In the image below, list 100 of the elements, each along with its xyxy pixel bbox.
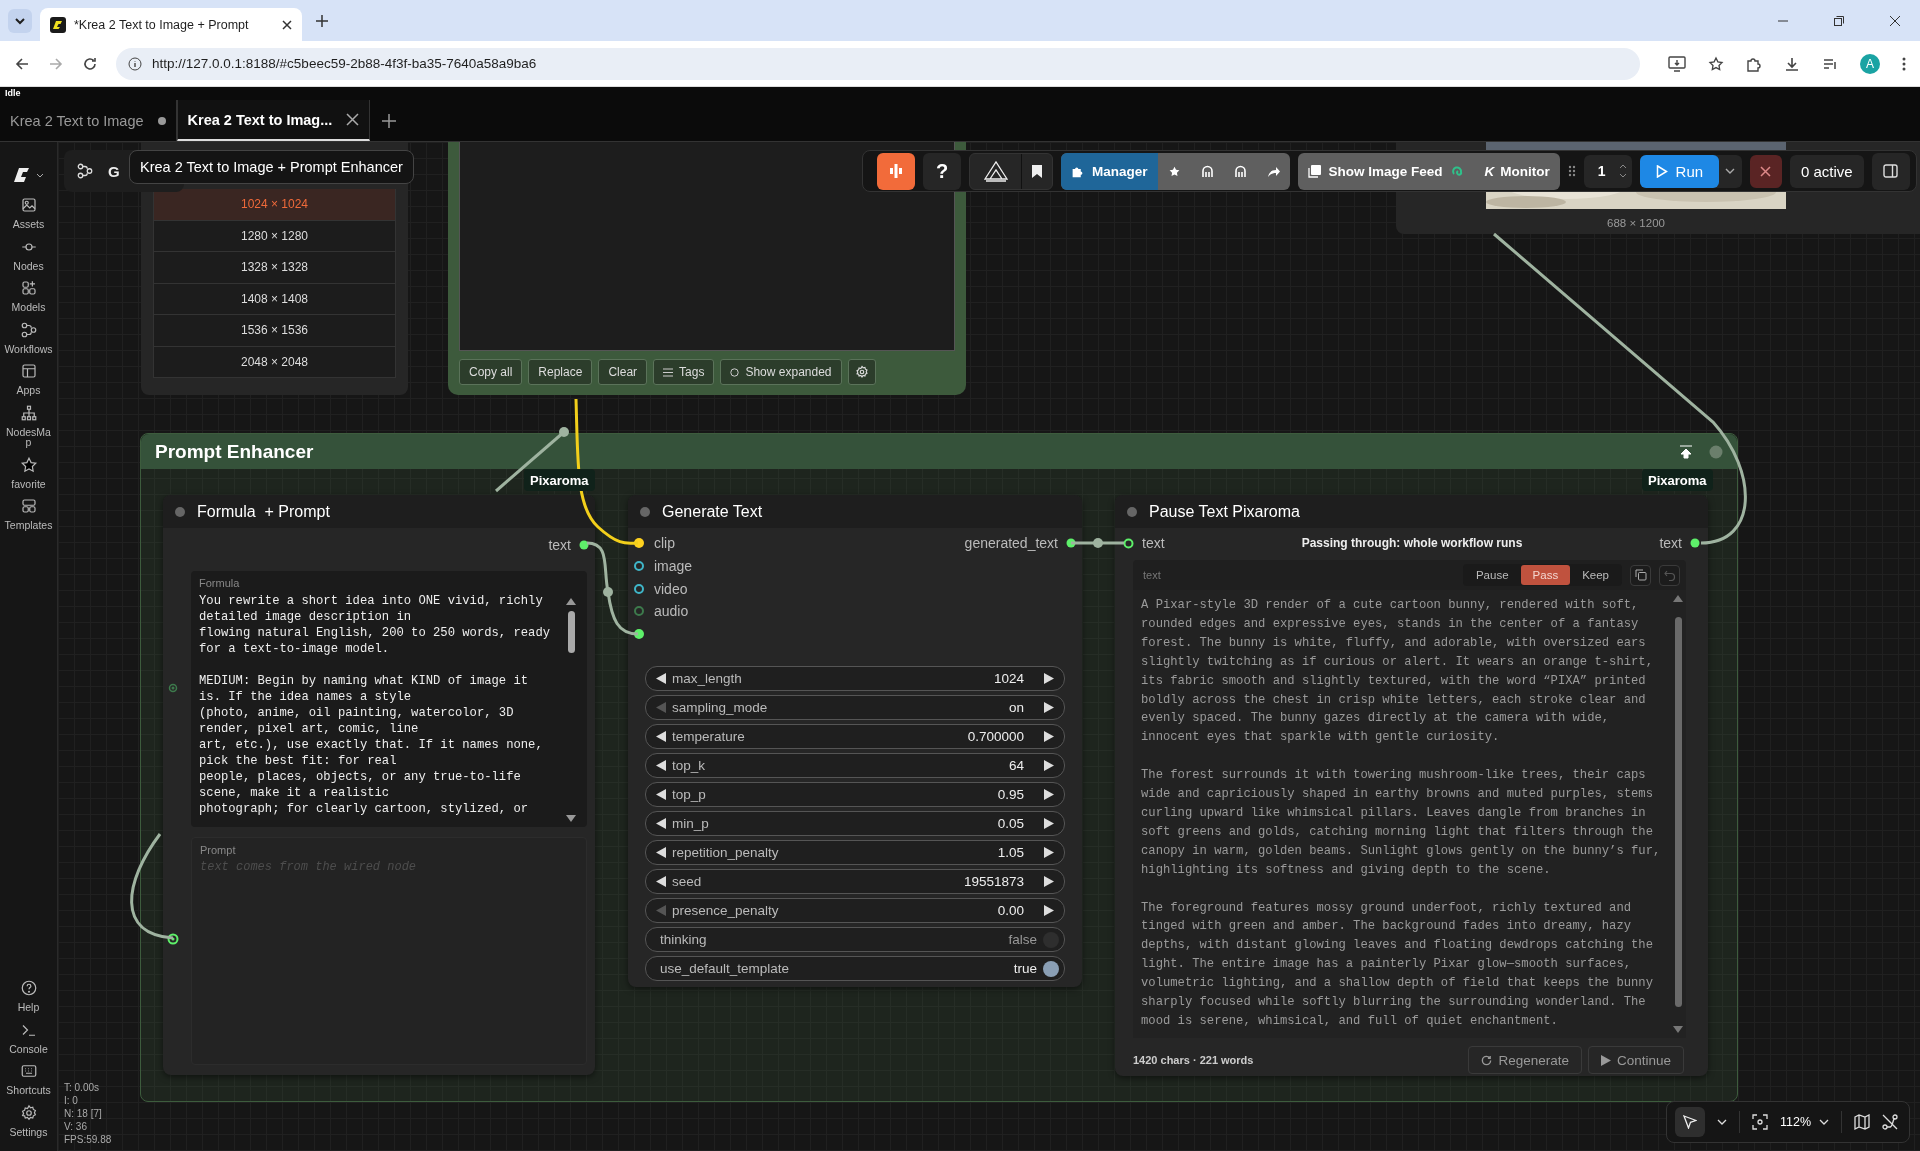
browser-tab[interactable]: *Krea 2 Text to Image + Prompt <box>40 8 302 41</box>
node-button[interactable]: Show expanded <box>720 359 842 385</box>
action-button[interactable]: Regenerate <box>1468 1046 1582 1074</box>
resolution-option[interactable]: 1408 × 1408 <box>153 283 396 315</box>
map-icon[interactable] <box>1854 1114 1871 1130</box>
sidebar-item[interactable]: Apps <box>1 362 56 396</box>
stats-button[interactable] <box>877 152 915 190</box>
resolution-option[interactable]: 1024 × 1024 <box>153 189 396 221</box>
number-widget[interactable]: temperature 0.700000 <box>645 724 1065 749</box>
batch-count-field[interactable]: 1 <box>1583 154 1632 188</box>
scrollbar-thumb[interactable] <box>567 611 575 653</box>
resolution-option[interactable]: 1280 × 1280 <box>153 220 396 252</box>
input-socket[interactable] <box>634 561 644 572</box>
sidebar-item[interactable]: Assets <box>1 196 56 230</box>
toggle-widget[interactable]: thinking false <box>645 927 1065 952</box>
resolution-option[interactable]: 2048 × 2048 <box>153 346 396 378</box>
monitor-button[interactable]: K Monitor <box>1474 152 1560 190</box>
cancel-button[interactable] <box>1749 154 1782 188</box>
increment-arrow-icon[interactable] <box>1044 905 1054 916</box>
run-button[interactable]: Run <box>1639 154 1719 188</box>
number-widget[interactable]: min_p 0.05 <box>645 811 1065 836</box>
mode-button[interactable]: Pass <box>1520 565 1571 585</box>
node-button[interactable]: Clear <box>598 359 648 385</box>
decrement-arrow-icon[interactable] <box>656 673 666 684</box>
number-widget[interactable]: max_length 1024 <box>645 666 1065 691</box>
input-socket[interactable] <box>634 606 644 617</box>
links-hidden-icon[interactable] <box>1882 1114 1899 1130</box>
mode-button[interactable]: Keep <box>1570 565 1621 585</box>
scroll-down-icon[interactable] <box>566 815 576 823</box>
restore-icon[interactable] <box>1834 15 1844 26</box>
increment-arrow-icon[interactable] <box>1044 818 1054 829</box>
sidebar-item[interactable]: Nodes <box>1 237 56 271</box>
scroll-up-icon[interactable] <box>1673 594 1683 602</box>
increment-arrow-icon[interactable] <box>1044 702 1054 713</box>
input-socket[interactable] <box>168 683 178 693</box>
tab-list-button[interactable] <box>8 8 32 33</box>
decrement-arrow-icon[interactable] <box>656 731 666 742</box>
close-icon[interactable] <box>1890 15 1900 26</box>
number-widget[interactable]: top_k 64 <box>645 753 1065 778</box>
generated-text-field[interactable]: A Pixar-style 3D render of a cute cartoon bunny, rendered with soft, rounded edges and expressive eyes, stands in the center of a fantasy forest. The bunny is white, fluffy, and adorable, with oversized ears slightly twitching as if curious or alert. It wears an orange t-shirt, its fabric smooth and slightly textured, with the word “PIXA” printed boldly across the chest in crisp white letters, each stroke clear and evenly spaced. The bunny gazes directly at the camera with wide, innocent eyes that sparkle with gentle curiosity. The forest surrounds it with towering mushroom-like trees, their caps wide and capriciously shaped in earthy browns and muted purples, stems curling upward like whimsical pillars. Leaves dangle from branches in soft greens and golds, catching morning light that filters through the canopy in warm, golden beams. Sunlight glows gently on the bunny’s fur, highlighting its softness and giving depth to the scene. The foreground features mossy ground underfoot, richly textured and tinged with green and amber. The background fades into dreamy, hazy depths, with distant glowing leaves and floating dewdrops catching the light. The entire image has a painterly Pixar glow—smooth surfaces, volumetric lighting, and a shallow depth of field that keeps the bunny sharply focused while softly blurring the surrounding wonderland. The mood is serene, whimsical, and full of quiet enchantment. <box>1133 590 1670 1038</box>
node-button[interactable]: Copy all <box>459 359 523 385</box>
resolution-option[interactable]: 1328 × 1328 <box>153 252 396 284</box>
decrement-arrow-icon[interactable] <box>656 789 666 800</box>
back-icon[interactable] <box>14 55 30 72</box>
node-button[interactable]: Tags <box>653 359 715 385</box>
new-tab-icon[interactable] <box>316 14 328 27</box>
number-widget[interactable]: seed 19551873 <box>645 869 1065 894</box>
select-tool-button[interactable] <box>1675 1107 1705 1137</box>
sidebar-item[interactable]: Console <box>1 1020 56 1054</box>
reload-icon[interactable] <box>82 55 98 72</box>
panel-toggle-button[interactable] <box>1871 152 1910 190</box>
decrement-arrow-icon[interactable] <box>656 760 666 771</box>
chevron-down-icon[interactable] <box>1717 1119 1727 1125</box>
increment-arrow-icon[interactable] <box>1044 731 1054 742</box>
workflow-tab[interactable]: Krea 2 Text to Imag... <box>176 100 371 141</box>
scroll-up-icon[interactable] <box>566 597 576 605</box>
help-button[interactable]: ? <box>923 152 961 190</box>
input-socket[interactable] <box>634 538 644 549</box>
increment-arrow-icon[interactable] <box>1044 673 1054 684</box>
new-tab-icon[interactable] <box>382 113 397 128</box>
fit-view-icon[interactable] <box>1752 1114 1768 1130</box>
sidebar-item[interactable]: Help <box>1 979 56 1013</box>
address-field[interactable]: http://127.0.0.1:8188/#c5beec59-2b88-4f3f-ba35-7640a58a9ba6 <box>116 47 1640 80</box>
extensions-icon[interactable] <box>1746 55 1762 72</box>
toggle-widget[interactable]: use_default_template true <box>645 956 1065 981</box>
image-feed-button[interactable]: Show Image Feed <box>1297 152 1475 190</box>
sidebar-item[interactable]: Settings <box>1 1103 56 1137</box>
number-widget[interactable]: repetition_penalty 1.05 <box>645 840 1065 865</box>
increment-arrow-icon[interactable] <box>1044 847 1054 858</box>
number-widget[interactable]: sampling_mode on <box>645 695 1065 720</box>
output-socket[interactable] <box>579 540 589 550</box>
settings-button[interactable] <box>847 359 876 385</box>
input-socket[interactable] <box>634 629 644 640</box>
resolution-option[interactable]: 1536 × 1536 <box>153 315 396 347</box>
sidebar-item[interactable]: Shortcuts <box>1 1062 56 1096</box>
more-menu-icon[interactable] <box>1902 56 1906 71</box>
toggle-knob[interactable] <box>1043 960 1059 977</box>
increment-arrow-icon[interactable] <box>1044 876 1054 887</box>
increment-arrow-icon[interactable] <box>1044 760 1054 771</box>
decrement-arrow-icon[interactable] <box>656 847 666 858</box>
number-widget[interactable]: top_p 0.95 <box>645 782 1065 807</box>
toggle-knob[interactable] <box>1043 931 1059 948</box>
input-socket[interactable] <box>634 583 644 594</box>
manager-button[interactable]: Manager <box>1061 152 1158 190</box>
workflow-icon[interactable] <box>76 162 94 180</box>
sidebar-item[interactable]: Workflows <box>1 320 56 354</box>
app-logo-icon[interactable] <box>12 166 45 184</box>
mode-button[interactable]: Pause <box>1463 565 1521 585</box>
sidebar-item[interactable]: NodesMap <box>1 403 56 448</box>
number-widget[interactable]: presence_penalty 0.00 <box>645 898 1065 923</box>
collapse-icon[interactable] <box>1679 444 1693 459</box>
decrement-arrow-icon[interactable] <box>656 818 666 829</box>
formula-text-field[interactable]: Formula You rewrite a short idea into ONE vivid, richly detailed image description in flowing natural English, 200 to 250 words, ready for a text-to-image model. MEDIUM: Begin by naming what KIND of image it is. If the idea names a style (photo, anime, oil painting, watercolor, 3D render, pixel art, comic, line art, etc.), use exactly that. If it names none, pick the best fit: for real people, places, objects, or any true-to-life scene, make it a realistic photograph; for clearly cartoon, stylized, or <box>191 571 587 827</box>
install-app-icon[interactable] <box>1668 55 1686 72</box>
action-button[interactable]: Continue <box>1587 1046 1684 1074</box>
scrollbar-thumb[interactable] <box>1674 617 1682 1007</box>
output-socket[interactable] <box>1690 538 1700 548</box>
increment-arrow-icon[interactable] <box>1044 789 1054 800</box>
sidebar-item[interactable]: Templates <box>1 497 56 531</box>
copy-button[interactable] <box>1630 564 1651 586</box>
